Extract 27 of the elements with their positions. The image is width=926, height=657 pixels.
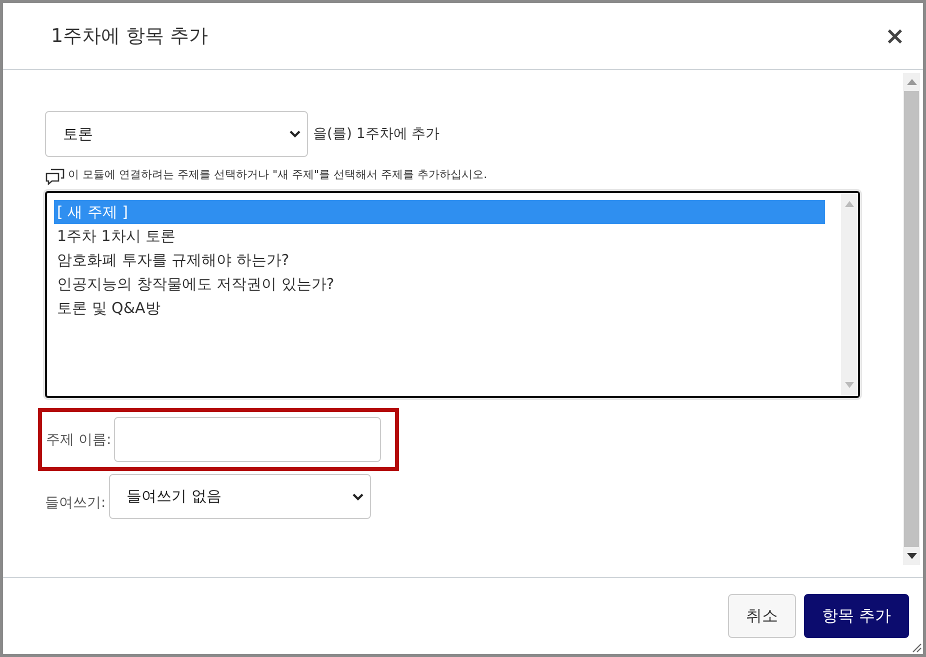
- scroll-down-icon: [845, 382, 854, 388]
- hint-text: 이 모듈에 연결하려는 주제를 선택하거나 "새 주제"를 선택해서 주제를 추가하십시오.: [68, 167, 488, 182]
- scrollbar-thumb[interactable]: [904, 91, 919, 547]
- dialog-title: 1주차에 항목 추가: [51, 24, 208, 49]
- field-label: 들여쓰기:: [45, 494, 106, 512]
- topic-option[interactable]: 인공지능의 창작물에도 저작권이 있는가?: [54, 272, 825, 296]
- scroll-up-icon: [845, 201, 854, 207]
- chevron-icon: [289, 130, 301, 138]
- speech-bubble-icon: [45, 168, 65, 185]
- type-dropdown[interactable]: 토론: [45, 111, 308, 157]
- chevron-icon: [352, 492, 364, 500]
- resize-grip-icon: [911, 642, 922, 653]
- add-item-button[interactable]: 항목 추가: [804, 594, 909, 638]
- cancel-button[interactable]: 취소: [728, 594, 796, 638]
- topic-option[interactable]: 암호화폐 투자를 규제해야 하는가?: [54, 248, 825, 272]
- page-scrollbar[interactable]: [903, 73, 920, 565]
- topic-option[interactable]: 토론 및 Q&A방: [54, 296, 825, 320]
- field-label: 주제 이름:: [46, 430, 112, 448]
- topic-name-field[interactable]: [114, 417, 382, 462]
- indent-dropdown[interactable]: 들여쓰기 없음: [108, 474, 371, 519]
- topic-listbox[interactable]: [ 새 주제 ] 1주차 1차시 토론 암호화폐 투자를 규제해야 하는가? 인공지능의 창작물에도 저작권이 있는가? 토론 및 Q&A방: [45, 191, 860, 398]
- dropdown-suffix-label: 을(를) 1주차에 추가: [313, 125, 440, 143]
- close-button[interactable]: ×: [880, 22, 909, 50]
- scroll-up-icon: [906, 79, 916, 85]
- topic-option[interactable]: 1주차 1차시 토론: [54, 224, 825, 248]
- listbox-scrollbar[interactable]: [841, 193, 858, 396]
- scroll-down-icon: [906, 553, 916, 559]
